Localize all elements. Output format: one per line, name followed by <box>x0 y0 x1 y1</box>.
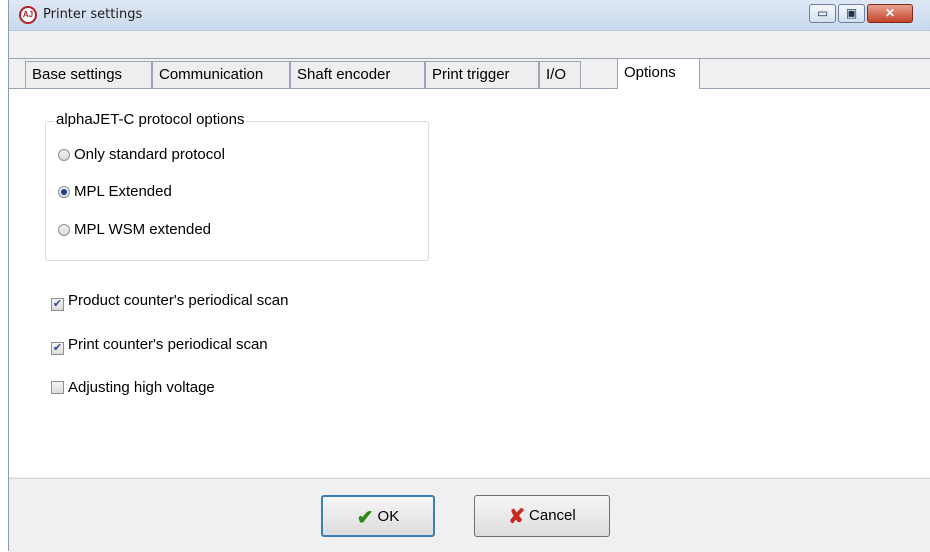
maximize-icon: ▣ <box>845 6 858 20</box>
printer-settings-window: AJ Printer settings ▭ ▣ ✕ Base settings … <box>8 0 930 552</box>
app-logo-icon: AJ <box>19 6 37 24</box>
radio-mpl-extended[interactable]: MPL Extended <box>58 183 172 200</box>
check-icon: ✔ <box>356 507 374 529</box>
tab-strip-line <box>9 58 930 59</box>
checkbox-label: Print counter's periodical scan <box>68 336 268 353</box>
minimize-icon: ▭ <box>816 6 829 20</box>
protocol-group-legend: alphaJET-C protocol options <box>54 111 247 128</box>
checkbox-print-counter-scan[interactable]: ✔ Print counter's periodical scan <box>51 336 268 355</box>
cancel-button[interactable]: ✘ Cancel <box>474 495 610 537</box>
tab-shaft-encoder[interactable]: Shaft encoder <box>290 61 425 89</box>
checkbox-adjusting-high-voltage[interactable]: Adjusting high voltage <box>51 379 215 396</box>
button-bar: ✔ OK ✘ Cancel <box>9 478 930 552</box>
tab-print-trigger[interactable]: Print trigger <box>425 61 539 89</box>
radio-button[interactable] <box>58 149 70 161</box>
checkbox-checked[interactable]: ✔ <box>51 342 64 355</box>
protocol-options-group: alphaJET-C protocol options Only standar… <box>45 111 429 261</box>
checkbox-checked[interactable]: ✔ <box>51 298 64 311</box>
window-title: Printer settings <box>43 7 143 22</box>
tab-base-settings[interactable]: Base settings <box>25 61 152 89</box>
radio-mpl-wsm-extended[interactable]: MPL WSM extended <box>58 221 211 238</box>
tab-io[interactable]: I/O <box>539 61 581 89</box>
tab-communication[interactable]: Communication <box>152 61 290 89</box>
tab-options[interactable]: Options <box>617 58 700 89</box>
radio-button[interactable] <box>58 224 70 236</box>
title-bar[interactable]: AJ Printer settings ▭ ▣ ✕ <box>9 0 930 31</box>
checkbox-label: Product counter's periodical scan <box>68 292 289 309</box>
cross-icon: ✘ <box>508 506 526 528</box>
close-icon: ✕ <box>884 6 896 20</box>
options-panel: alphaJET-C protocol options Only standar… <box>9 88 930 477</box>
minimize-button[interactable]: ▭ <box>809 4 836 23</box>
checkbox-unchecked[interactable] <box>51 381 64 394</box>
close-button[interactable]: ✕ <box>867 4 913 23</box>
radio-label: MPL Extended <box>74 183 172 200</box>
radio-label: Only standard protocol <box>74 146 225 163</box>
radio-label: MPL WSM extended <box>74 221 211 238</box>
radio-button-selected[interactable] <box>58 186 70 198</box>
ok-button[interactable]: ✔ OK <box>321 495 435 537</box>
checkbox-label: Adjusting high voltage <box>68 379 215 396</box>
checkbox-product-counter-scan[interactable]: ✔ Product counter's periodical scan <box>51 292 288 311</box>
maximize-button[interactable]: ▣ <box>838 4 865 23</box>
ok-button-label: OK <box>377 508 400 525</box>
cancel-button-label: Cancel <box>529 507 576 524</box>
radio-only-standard-protocol[interactable]: Only standard protocol <box>58 146 225 163</box>
